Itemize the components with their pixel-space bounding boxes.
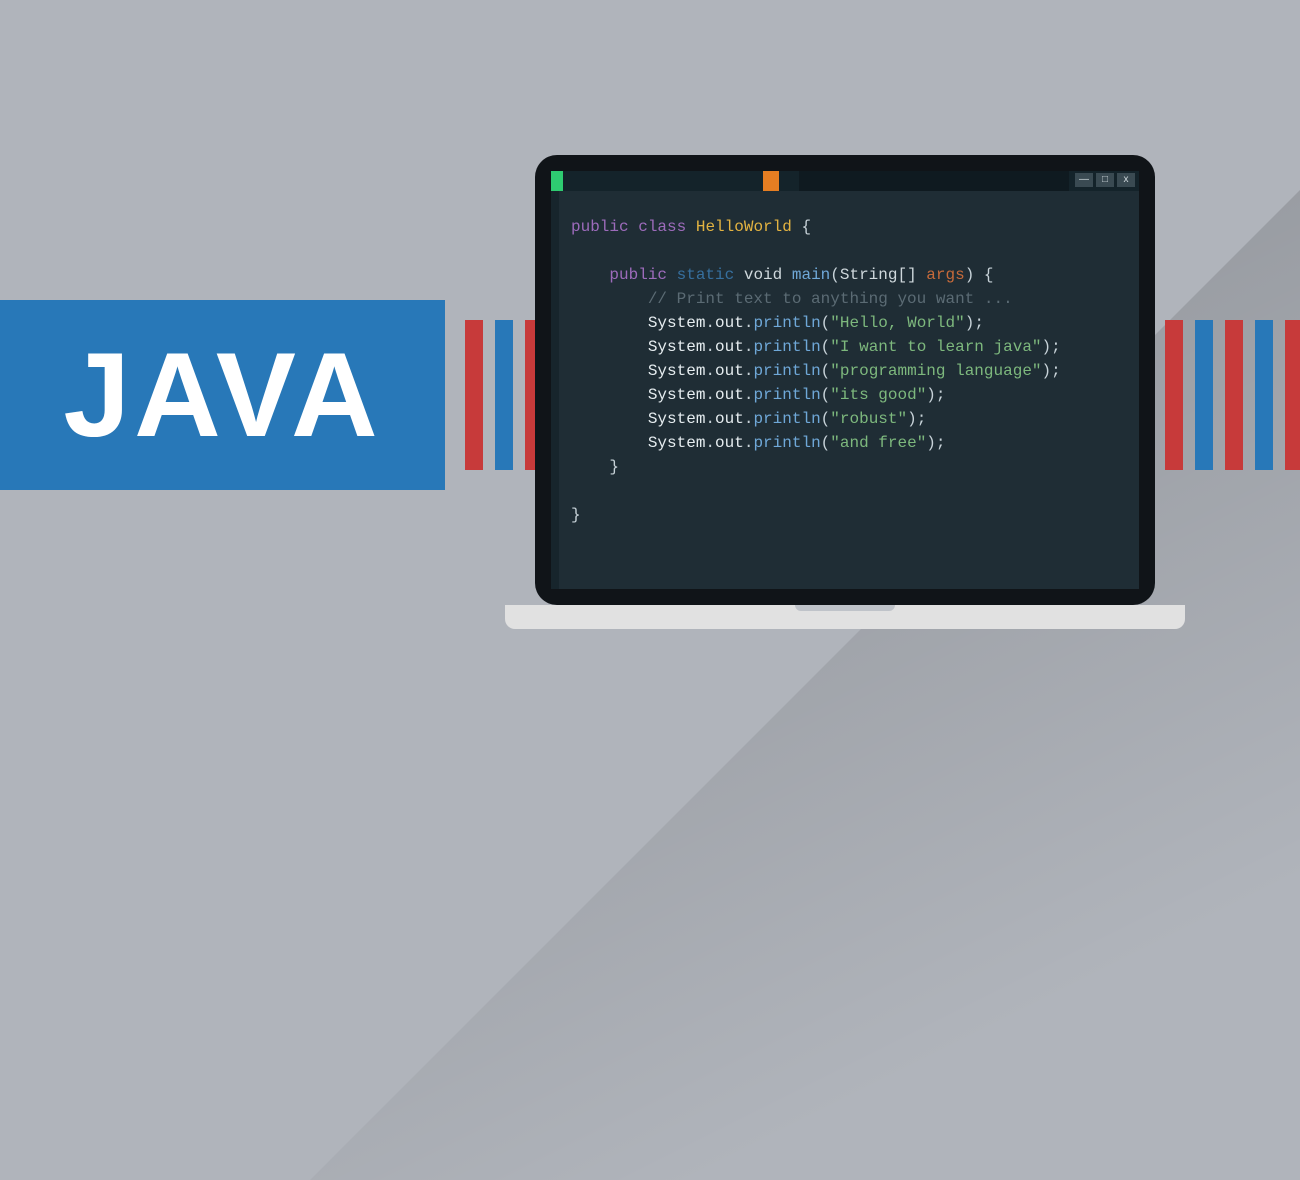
- function-println: println: [753, 314, 820, 332]
- maximize-button[interactable]: □: [1096, 173, 1114, 187]
- keyword-class: class: [638, 218, 686, 236]
- function-println: println: [753, 338, 820, 356]
- stripes-left: [465, 320, 543, 470]
- string-literal: "its good": [830, 386, 926, 404]
- keyword-public: public: [609, 266, 667, 284]
- laptop-notch: [795, 605, 895, 611]
- stripe: [1255, 320, 1273, 470]
- editor-window: — □ x public class HelloWorld { public s…: [551, 171, 1139, 589]
- arg-args: args: [926, 266, 964, 284]
- stripe: [1195, 320, 1213, 470]
- function-main: main: [792, 266, 830, 284]
- keyword-public: public: [571, 218, 629, 236]
- class-name: HelloWorld: [696, 218, 792, 236]
- window-titlebar: — □ x: [551, 171, 1139, 191]
- keyword-void: void: [744, 266, 782, 284]
- close-button[interactable]: x: [1117, 173, 1135, 187]
- laptop: — □ x public class HelloWorld { public s…: [535, 155, 1175, 605]
- string-literal: "programming language": [830, 362, 1041, 380]
- laptop-base: [505, 605, 1185, 629]
- stripe: [495, 320, 513, 470]
- type-string-array: String[]: [840, 266, 917, 284]
- titlebar-accent: [551, 171, 563, 191]
- function-println: println: [753, 386, 820, 404]
- titlebar-tab-indicator: [763, 171, 779, 191]
- code-comment: // Print text to anything you want ...: [648, 290, 1013, 308]
- java-banner-title: JAVA: [63, 326, 381, 464]
- string-literal: "Hello, World": [830, 314, 964, 332]
- string-literal: "I want to learn java": [830, 338, 1041, 356]
- function-println: println: [753, 434, 820, 452]
- keyword-static: static: [677, 266, 735, 284]
- minimize-button[interactable]: —: [1075, 173, 1093, 187]
- code-area: public class HelloWorld { public static …: [559, 191, 1139, 589]
- string-literal: "robust": [830, 410, 907, 428]
- stripe: [1225, 320, 1243, 470]
- laptop-body: — □ x public class HelloWorld { public s…: [535, 155, 1155, 605]
- stripe: [1285, 320, 1300, 470]
- function-println: println: [753, 362, 820, 380]
- string-literal: "and free": [830, 434, 926, 452]
- titlebar-spacer: [799, 171, 1069, 191]
- stripes-right: [1165, 320, 1300, 470]
- java-banner: JAVA: [0, 300, 445, 490]
- stripe: [465, 320, 483, 470]
- editor-gutter: [551, 191, 559, 589]
- function-println: println: [753, 410, 820, 428]
- window-buttons: — □ x: [1075, 173, 1135, 187]
- editor-body: public class HelloWorld { public static …: [551, 191, 1139, 589]
